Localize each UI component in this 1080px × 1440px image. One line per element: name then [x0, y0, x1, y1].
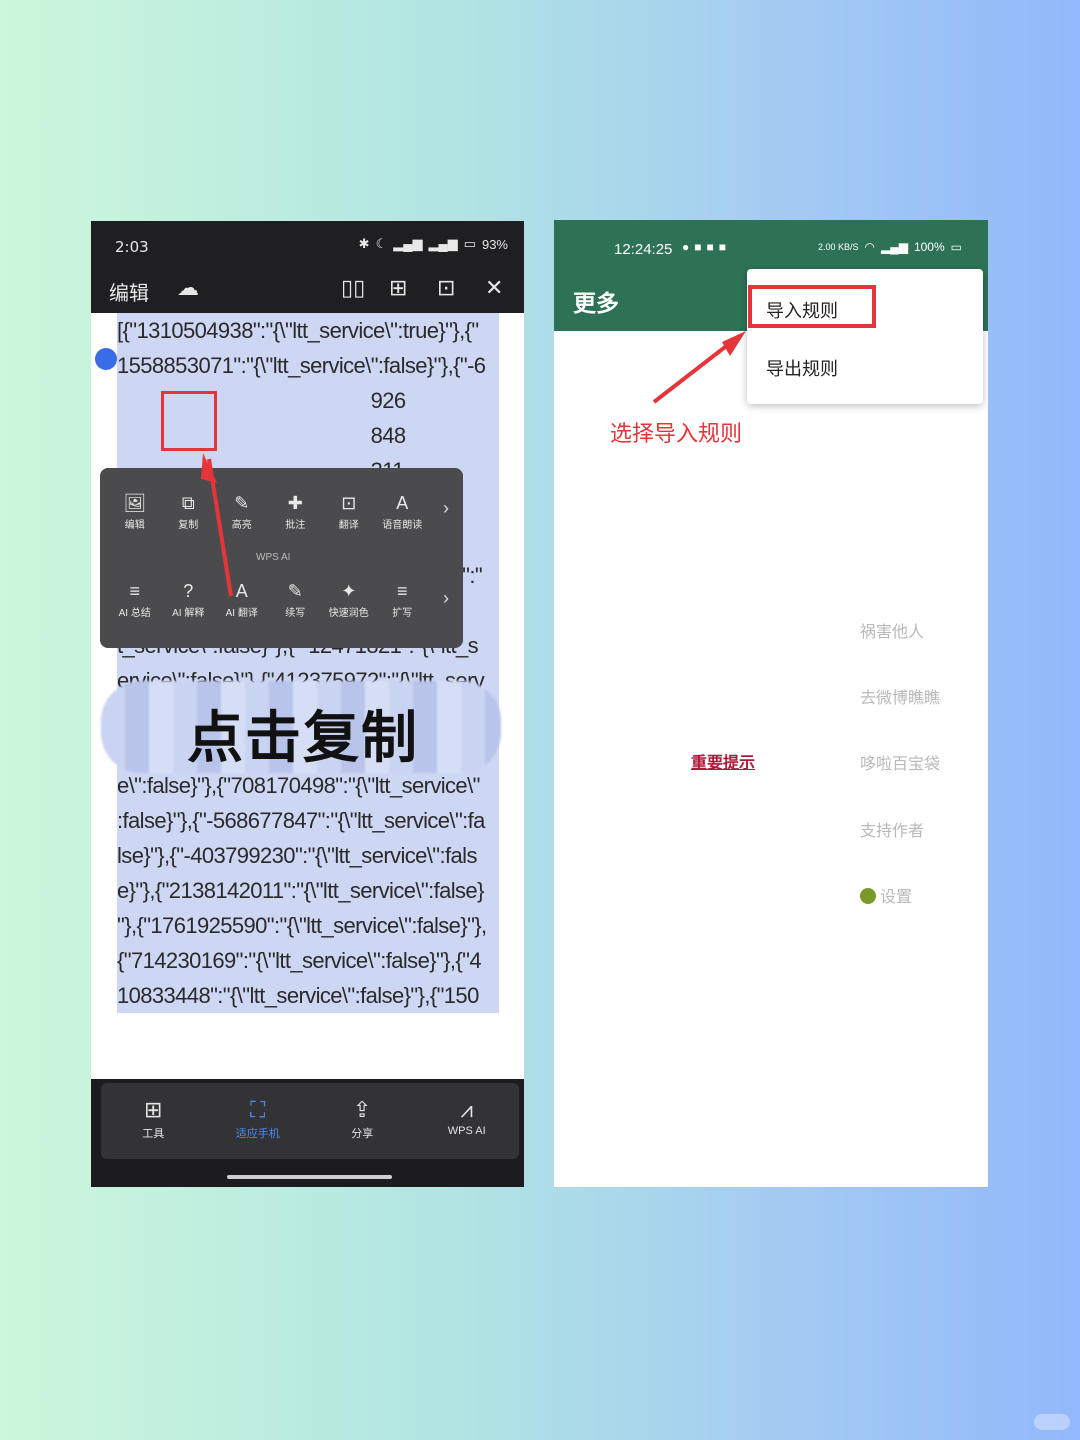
- menu-item-settings[interactable]: 设置: [860, 883, 912, 907]
- tools-button[interactable]: ⊞ 工具: [101, 1083, 206, 1159]
- menu-item-doraemon[interactable]: 哆啦百宝袋: [860, 750, 940, 774]
- share-icon: ⇪: [353, 1097, 372, 1122]
- important-notice-link[interactable]: 重要提示: [691, 749, 755, 773]
- menu-item-weibo[interactable]: 去微博瞧瞧: [860, 684, 940, 708]
- wps-ai-icon: ⩘: [460, 1097, 473, 1122]
- annotation-select-import: 选择导入规则: [610, 421, 743, 446]
- wps-ai-button[interactable]: ⩘ WPS AI: [415, 1083, 520, 1159]
- home-indicator: [227, 1175, 392, 1179]
- tools-icon: ⊞: [144, 1097, 163, 1122]
- left-phone-screenshot: 2:03 ✱ ☾ ▂▄▆ ▂▄▆ ▭ 93% 编辑 ☁ ▯▯ ⊞ ⊡ ✕ [{"…: [91, 221, 524, 1187]
- settings-icon: [860, 888, 876, 904]
- menu-item-harm-others[interactable]: 祸害他人: [860, 618, 924, 642]
- red-arrow-annotation: [201, 453, 233, 597]
- fit-phone-button[interactable]: ⛶ 适应手机: [206, 1083, 311, 1159]
- fit-screen-icon: ⛶: [250, 1097, 266, 1122]
- right-phone-screenshot: 12:24:25 ● ■ ■ ■ 2.00 KB/S ◠ ▂▄▆ 100% ▭ …: [554, 220, 988, 1187]
- menu-item-support-author[interactable]: 支持作者: [860, 817, 924, 841]
- bottom-bar: ⊞ 工具 ⛶ 适应手机 ⇪ 分享 ⩘ WPS AI: [91, 1079, 524, 1187]
- share-button[interactable]: ⇪ 分享: [310, 1083, 415, 1159]
- watermark: [1034, 1414, 1070, 1430]
